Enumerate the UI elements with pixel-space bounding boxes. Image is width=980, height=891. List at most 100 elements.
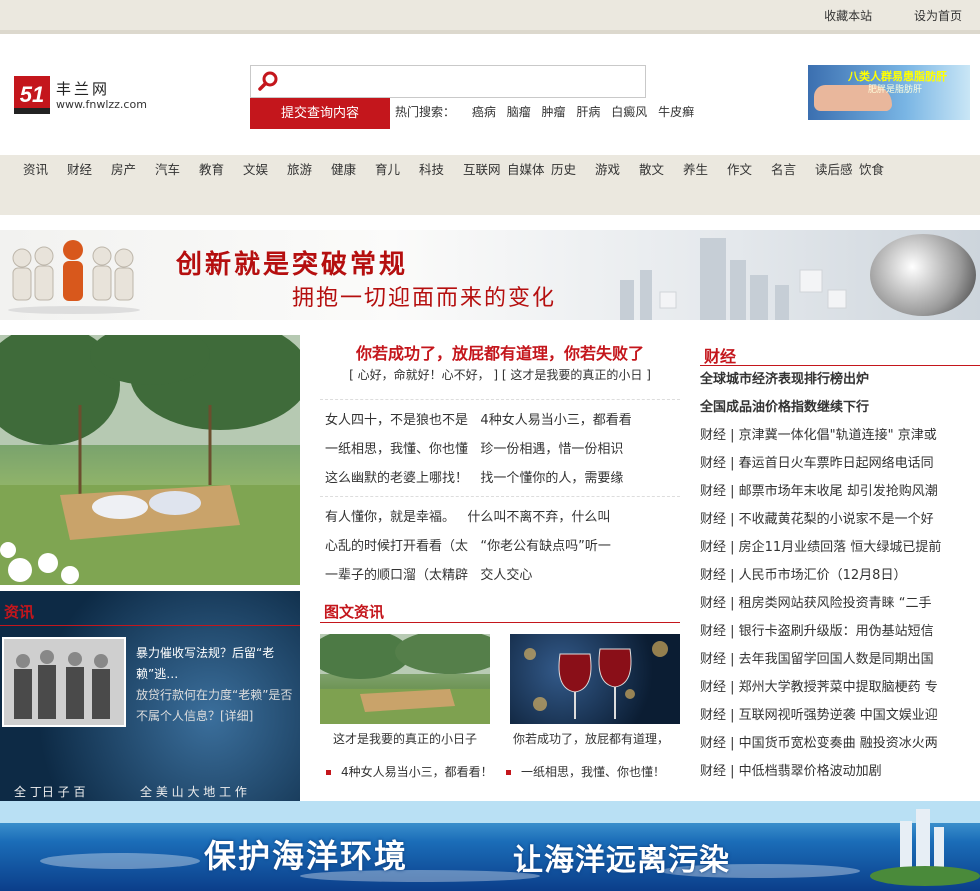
set-home-link[interactable]: 设为首页 bbox=[914, 9, 962, 23]
news-section: 资讯 暴力催收写法规？后留“老赖”逃… 放贷行款何在力度“老赖”是否不属个人信息… bbox=[0, 591, 300, 801]
divider bbox=[320, 496, 680, 497]
nav-item[interactable]: 历史 bbox=[551, 155, 595, 185]
nav-item[interactable]: 科技 bbox=[419, 155, 463, 185]
nav-item[interactable]: 游戏 bbox=[595, 155, 639, 185]
photo-news-image-1[interactable] bbox=[320, 634, 490, 724]
nav-item[interactable]: 健康 bbox=[331, 155, 375, 185]
article-link[interactable]: 珍一份相遇，惜一份相识 bbox=[480, 442, 623, 457]
search-box[interactable] bbox=[250, 65, 646, 98]
finance-list-item[interactable]: 财经 | 租房类网站获风险投资青睐 “二手 bbox=[700, 590, 980, 618]
photo-caption-1[interactable]: 这才是我要的真正的小日子 bbox=[320, 730, 490, 747]
search-input[interactable] bbox=[283, 70, 633, 94]
nav-item[interactable]: 旅游 bbox=[287, 155, 331, 185]
search-submit-button[interactable]: 提交查询内容 bbox=[250, 98, 390, 129]
article-link[interactable]: 有人懂你，就是幸福。 bbox=[325, 510, 455, 525]
main-nav: 资讯 财经 房产 汽车 教育 文娱 旅游 健康 育儿 科技 互联网 自媒体 历史 游戏 散文 养生 作文 名言 读后… bbox=[0, 155, 922, 185]
news-thumbnail[interactable] bbox=[2, 637, 126, 727]
article-link[interactable]: 交人交心 bbox=[480, 568, 532, 583]
article-link[interactable]: “你老公有缺点吗”听一 bbox=[480, 539, 610, 554]
search-icon bbox=[258, 71, 278, 91]
featured-list-1: 女人四十，不是狼也不是 4种女人易当小三，都看看 一纸相思，我懂、你也懂 珍一份… bbox=[325, 406, 675, 493]
finance-heading[interactable]: 财经 bbox=[704, 343, 736, 367]
nav-item[interactable]: 文娱 bbox=[243, 155, 287, 185]
article-link[interactable]: 什么叫不离不弃，什么叫 bbox=[467, 510, 610, 525]
news-title[interactable]: 暴力催收写法规？后留“老赖”逃… bbox=[136, 643, 296, 685]
featured-subtitle[interactable]: [ 心好，命就好！心不好， ] [ 这才是我要的真正的小日 ] bbox=[320, 366, 680, 383]
article-link[interactable]: 一纸相思，我懂、你也懂 bbox=[325, 442, 468, 457]
news-footer-right[interactable]: 全 美 山 大 地 工 作 bbox=[140, 783, 247, 800]
ad-subline: 肥胖是脂肪肝 bbox=[868, 85, 923, 95]
nav-item[interactable]: 养生 bbox=[683, 155, 727, 185]
finance-list-item[interactable]: 财经 | 郑州大学教授荠菜中提取脑梗药 专 bbox=[700, 674, 980, 702]
nav-item[interactable]: 饮食 bbox=[859, 155, 903, 185]
featured-title[interactable]: 你若成功了，放屁都有道理，你若失败了 bbox=[320, 340, 680, 364]
divider bbox=[320, 399, 680, 400]
finance-list-item[interactable]: 财经 | 中国货币宽松变奏曲 融投资冰火两 bbox=[700, 730, 980, 758]
article-link[interactable]: 心乱的时候打开看看（太 bbox=[325, 539, 468, 554]
innovation-banner[interactable]: 创新就是突破常规 拥抱一切迎面而来的变化 bbox=[0, 230, 980, 320]
article-link[interactable]: 4种女人易当小三，都看看 bbox=[480, 413, 631, 428]
finance-list-item[interactable]: 财经 | 人民币市场汇价（12月8日） bbox=[700, 562, 980, 590]
bullet-icon bbox=[326, 770, 331, 775]
finance-list-item[interactable]: 财经 | 京津冀一体化倡"轨道连接" 京津或 bbox=[700, 422, 980, 450]
hot-keyword[interactable]: 肝病 bbox=[576, 105, 600, 119]
bookmark-link[interactable]: 收藏本站 bbox=[824, 9, 872, 23]
swing-illustration bbox=[0, 335, 300, 585]
logo-url: www.fnwlzz.com bbox=[56, 98, 147, 111]
top-links: 收藏本站 设为首页 bbox=[786, 7, 962, 24]
people-figures-image bbox=[8, 240, 140, 314]
hot-label: 热门搜索： bbox=[395, 105, 456, 119]
nav-item[interactable]: 财经 bbox=[67, 155, 111, 185]
site-logo[interactable]: 51 丰兰网 www.fnwlzz.com bbox=[14, 76, 154, 116]
photo-news-divider bbox=[320, 622, 680, 623]
finance-list-item[interactable]: 财经 | 中低档翡翠价格波动加剧 bbox=[700, 758, 980, 786]
finance-list-item[interactable]: 财经 | 邮票市场年末收尾 却引发抢购风潮 bbox=[700, 478, 980, 506]
nav-item[interactable]: 育儿 bbox=[375, 155, 419, 185]
finance-list-item[interactable]: 财经 | 不收藏黄花梨的小说家不是一个好 bbox=[700, 506, 980, 534]
news-body: 放贷行款何在力度“老赖”是否不属个人信息？[详细] bbox=[136, 688, 293, 723]
featured-list-2: 有人懂你，就是幸福。 什么叫不离不弃，什么叫 心乱的时候打开看看（太 “你老公有… bbox=[325, 503, 675, 590]
finance-list-item[interactable]: 财经 | 去年我国留学回国人数是同期出国 bbox=[700, 646, 980, 674]
nav-item[interactable]: 作文 bbox=[727, 155, 771, 185]
finance-list-item[interactable]: 财经 | 春运首日火车票昨日起网络电话同 bbox=[700, 450, 980, 478]
photo-news-link-1[interactable]: 4种女人易当小三，都看看！ bbox=[326, 763, 493, 780]
ocean-background bbox=[0, 801, 980, 886]
finance-list-item[interactable]: 财经 | 银行卡盗刷升级版：用伪基站短信 bbox=[700, 618, 980, 646]
article-link[interactable]: 找一个懂你的人，需要缘 bbox=[480, 471, 623, 486]
hot-keyword[interactable]: 肿瘤 bbox=[542, 105, 566, 119]
photo-news-heading[interactable]: 图文资讯 bbox=[324, 601, 384, 622]
hot-searches: 热门搜索： 癌病 脑瘤 肿瘤 肝病 白癜风 牛皮癣 bbox=[395, 103, 694, 120]
article-link[interactable]: 这么幽默的老婆上哪找！ bbox=[325, 471, 468, 486]
article-link[interactable]: 女人四十，不是狼也不是 bbox=[325, 413, 468, 428]
nav-item[interactable]: 房产 bbox=[111, 155, 155, 185]
hot-keyword[interactable]: 白癜风 bbox=[611, 105, 647, 119]
photo-news-link-2[interactable]: 一纸相思，我懂、你也懂！ bbox=[506, 763, 665, 780]
photo-news-image-2[interactable] bbox=[510, 634, 680, 724]
nav-item[interactable]: 散文 bbox=[639, 155, 683, 185]
news-text[interactable]: 暴力催收写法规？后留“老赖”逃… 放贷行款何在力度“老赖”是否不属个人信息？[详… bbox=[136, 643, 296, 727]
city-skyline-image bbox=[620, 238, 847, 320]
news-footer-left[interactable]: 全 丁日 子 百 bbox=[14, 783, 85, 800]
swing-garden-photo[interactable] bbox=[0, 335, 300, 585]
hot-keyword[interactable]: 牛皮癣 bbox=[658, 105, 694, 119]
hot-keyword[interactable]: 脑瘤 bbox=[507, 105, 531, 119]
nav-item[interactable]: 互联网 bbox=[463, 155, 507, 185]
nav-item[interactable]: 汽车 bbox=[155, 155, 199, 185]
finance-headline[interactable]: 全国成品油价格指数继续下行 bbox=[700, 394, 980, 422]
photo-caption-2[interactable]: 你若成功了，放屁都有道理， bbox=[506, 730, 676, 747]
hot-keyword[interactable]: 癌病 bbox=[472, 105, 496, 119]
nav-item[interactable]: 名言 bbox=[771, 155, 815, 185]
article-link[interactable]: 一辈子的顺口溜（太精辟 bbox=[325, 568, 468, 583]
ocean-slogan-right: 让海洋远离污染 bbox=[513, 843, 730, 878]
finance-headline[interactable]: 全球城市经济表现排行榜出炉 bbox=[700, 366, 980, 394]
nav-item[interactable]: 自媒体 bbox=[507, 155, 551, 185]
finance-list-item[interactable]: 财经 | 房企11月业绩回落 恒大绿城已提前 bbox=[700, 534, 980, 562]
top-ad-banner[interactable]: 八类人群易患脂肪肝 肥胖是脂肪肝 bbox=[808, 65, 970, 120]
ocean-banner[interactable]: 保护海洋环境 让海洋远离污染 bbox=[0, 801, 980, 891]
finance-list-item[interactable]: 财经 | 互联网视听强势逆袭 中国文娱业迎 bbox=[700, 702, 980, 730]
nav-item[interactable]: 读后感 bbox=[815, 155, 859, 185]
bullet-icon bbox=[506, 770, 511, 775]
nav-item[interactable]: 资讯 bbox=[23, 155, 67, 185]
news-heading[interactable]: 资讯 bbox=[4, 601, 34, 622]
nav-item[interactable]: 教育 bbox=[199, 155, 243, 185]
